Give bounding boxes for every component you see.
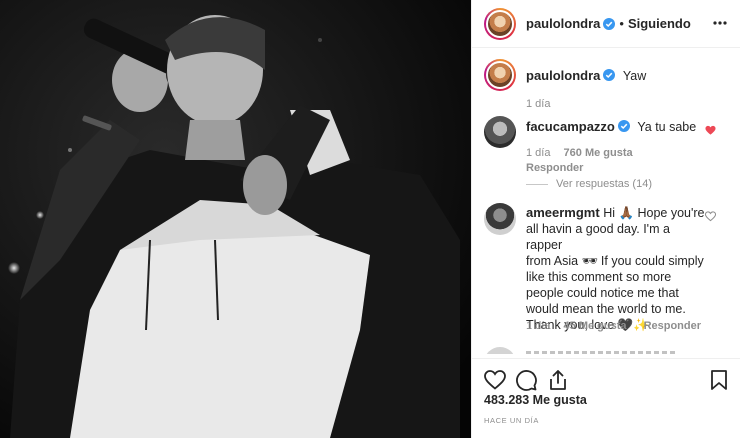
avatar[interactable] bbox=[484, 116, 516, 148]
caption-text: Yaw bbox=[622, 69, 647, 83]
reply-button[interactable]: Responder bbox=[644, 320, 701, 332]
avatar[interactable] bbox=[484, 59, 516, 91]
replies-divider bbox=[526, 183, 548, 185]
verified-badge-icon bbox=[617, 120, 630, 132]
view-replies-button[interactable]: Ver respuestas (14) bbox=[526, 178, 652, 190]
caption-username[interactable]: paulolondra bbox=[526, 68, 600, 83]
comment-item bbox=[484, 347, 729, 354]
avatar[interactable] bbox=[484, 7, 516, 40]
comment-text-line: from Asia 🕶 If you could simply bbox=[526, 254, 704, 268]
comment-text-line: Hi 🙏🏾 Hope you're bbox=[603, 206, 705, 220]
comment-likes[interactable]: 760 Me gusta bbox=[564, 147, 633, 159]
comment-text-line: all havin a good day. I'm a rapper bbox=[526, 222, 670, 252]
comment-text: Ya tu sabe bbox=[637, 120, 697, 134]
separator-dot: • bbox=[619, 16, 624, 31]
comment-likes[interactable]: 45 Me gusta bbox=[564, 320, 627, 332]
bookmark-icon[interactable] bbox=[707, 368, 731, 392]
comment-text-line: people could notice me that bbox=[526, 286, 679, 300]
comments-list[interactable]: paulolondra Yaw 1 día facucampazzo Ya tu… bbox=[472, 49, 740, 354]
comment-icon[interactable] bbox=[514, 368, 538, 392]
share-icon[interactable] bbox=[546, 368, 570, 392]
comment-username[interactable]: ameermgmt bbox=[526, 205, 600, 220]
more-horizontal-icon[interactable] bbox=[713, 16, 727, 30]
caption-time[interactable]: 1 día bbox=[526, 98, 550, 110]
caption: paulolondra Yaw 1 día bbox=[484, 59, 729, 119]
comment-like-heart-icon[interactable] bbox=[705, 211, 716, 222]
heart-icon[interactable] bbox=[483, 368, 507, 392]
post-date[interactable]: HACE UN DÍA bbox=[484, 416, 539, 425]
following-button[interactable]: Siguiendo bbox=[628, 16, 691, 31]
comment-text-line: would mean the world to me. bbox=[526, 302, 686, 316]
comment-item: facucampazzo Ya tu sabe 1 día 760 Me gus… bbox=[484, 116, 729, 196]
comment-like-heart-icon[interactable] bbox=[705, 125, 716, 136]
verified-badge-icon bbox=[603, 17, 616, 30]
verified-badge-icon bbox=[603, 69, 616, 81]
likes-count[interactable]: 483.283 Me gusta bbox=[484, 393, 587, 407]
reply-button[interactable]: Responder bbox=[526, 162, 583, 174]
post-photo[interactable] bbox=[0, 0, 471, 438]
comment-text-line: like this comment so more bbox=[526, 270, 672, 284]
action-bar bbox=[472, 358, 740, 398]
performer-photo bbox=[0, 0, 471, 438]
comment-item: ameermgmt Hi 🙏🏾 Hope you're all havin a … bbox=[484, 203, 729, 343]
comment-time[interactable]: 1 día bbox=[526, 320, 550, 332]
avatar[interactable] bbox=[484, 203, 516, 235]
view-replies-label: Ver respuestas (14) bbox=[556, 178, 652, 190]
post-side-panel: paulolondra • Siguiendo paulolondra Yaw … bbox=[471, 0, 740, 438]
comment-time[interactable]: 1 día bbox=[526, 147, 550, 159]
comment-username[interactable]: facucampazzo bbox=[526, 119, 615, 134]
post-header: paulolondra • Siguiendo bbox=[472, 0, 740, 48]
truncated-comment-text bbox=[526, 351, 676, 354]
avatar[interactable] bbox=[484, 347, 516, 354]
header-username[interactable]: paulolondra bbox=[526, 16, 600, 31]
